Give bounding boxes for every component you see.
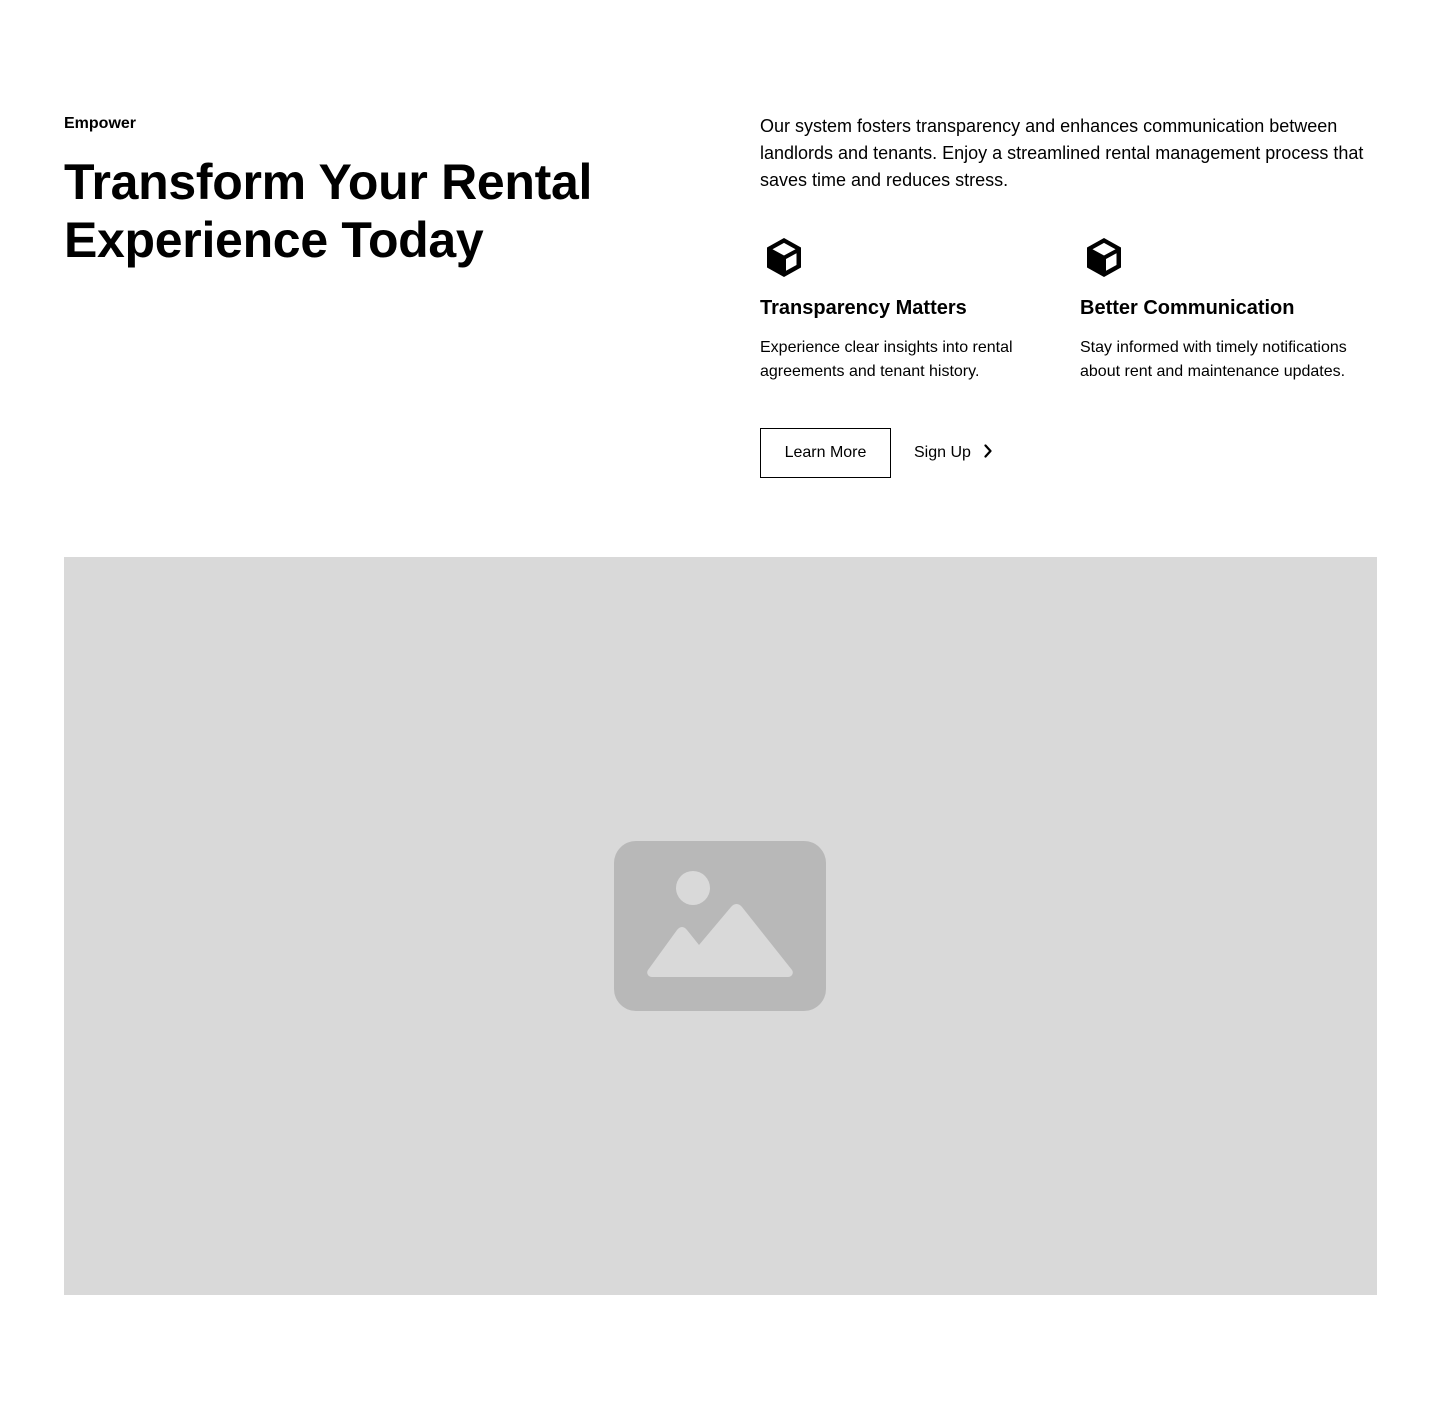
cube-icon (760, 234, 1060, 282)
feature-title: Transparency Matters (760, 297, 967, 319)
page-title: Transform Your Rental Experience Today (64, 154, 593, 268)
image-placeholder (64, 557, 1377, 1295)
hero-section: Empower Transform Your Rental Experience… (0, 0, 1441, 1407)
cube-icon (1080, 234, 1380, 282)
hero-content-block: Our system fosters transparency and enha… (760, 113, 1377, 478)
eyebrow-label: Empower (64, 115, 137, 132)
feature-item-transparency: Transparency Matters Experience clear in… (760, 234, 1060, 384)
feature-item-communication: Better Communication Stay informed with … (1080, 234, 1380, 384)
feature-description: Experience clear insights into rental ag… (760, 339, 1013, 380)
sign-up-label: Sign Up (914, 444, 971, 461)
cta-group: Learn More Sign Up (760, 428, 993, 478)
feature-list: Transparency Matters Experience clear in… (760, 234, 1377, 394)
hero-description: Our system fosters transparency and enha… (760, 116, 1364, 190)
feature-title: Better Communication (1080, 297, 1295, 319)
hero-heading-block: Empower Transform Your Rental Experience… (64, 114, 684, 269)
chevron-right-icon (971, 443, 993, 463)
learn-more-button[interactable]: Learn More (760, 428, 891, 478)
feature-description: Stay informed with timely notifications … (1080, 339, 1347, 380)
sign-up-button[interactable]: Sign Up (914, 428, 993, 478)
